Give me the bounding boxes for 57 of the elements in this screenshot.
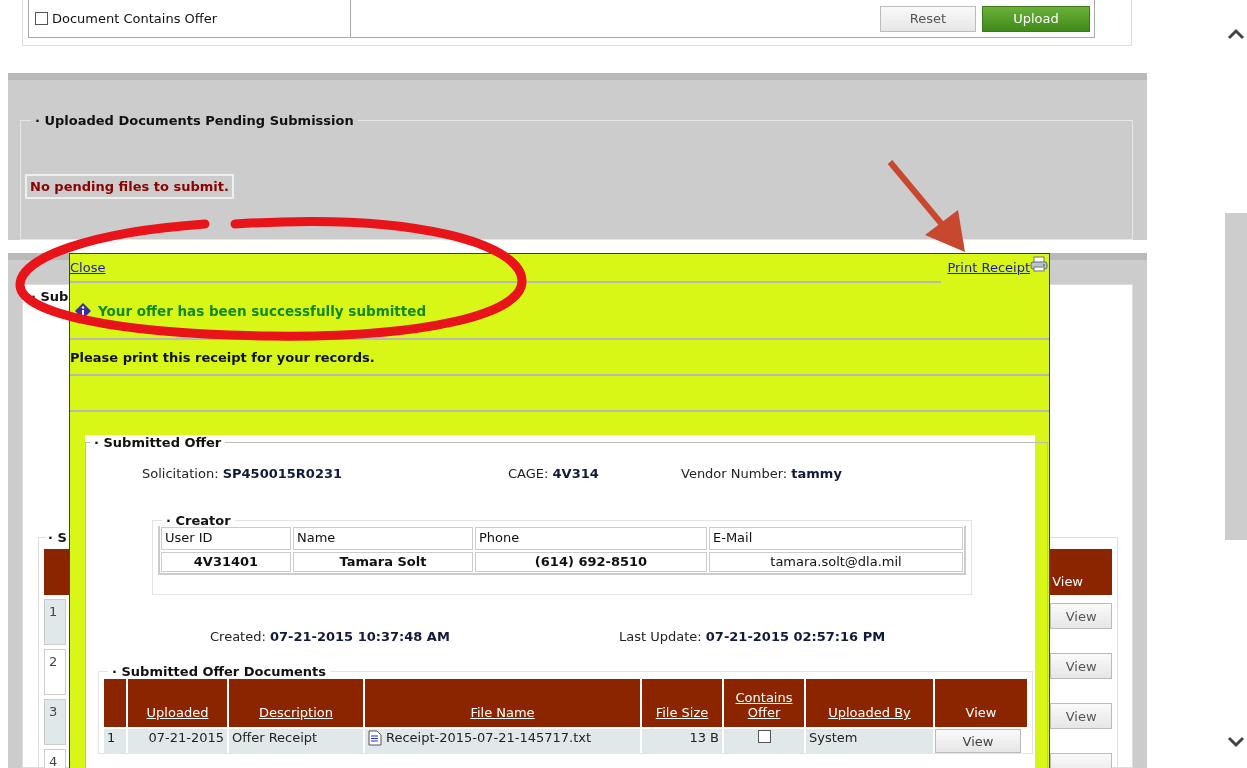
- table-cell: System: [806, 729, 933, 753]
- field-value: 07-21-2015 10:37:48 AM: [269, 629, 450, 644]
- section-legend: · Uploaded Documents Pending Submission: [31, 113, 358, 128]
- column-header[interactable]: Description: [258, 705, 333, 721]
- field-label: Created:: [210, 629, 266, 644]
- print-receipt-link[interactable]: Print Receipt: [947, 260, 1030, 275]
- table-header: [104, 679, 126, 727]
- column-header[interactable]: File Name: [470, 705, 535, 721]
- checkbox-label: Document Contains Offer: [52, 11, 218, 26]
- table-cell: tamara.solt@dla.mil: [709, 552, 963, 572]
- row-number: 4: [44, 749, 66, 768]
- view-button[interactable]: View: [1050, 703, 1113, 729]
- scroll-down-icon[interactable]: [1227, 736, 1246, 748]
- view-button[interactable]: View: [1050, 603, 1113, 629]
- table-cell: 4V31401: [161, 552, 291, 572]
- document-icon: [368, 730, 382, 746]
- field-value: 4V314: [552, 466, 599, 481]
- table-header: [44, 549, 66, 595]
- table-cell: Offer Receipt: [229, 729, 363, 753]
- column-header: User ID: [161, 527, 291, 550]
- section-legend: · Submitted Offer: [90, 435, 226, 450]
- field-label: CAGE:: [508, 466, 549, 481]
- field-value: SP450015R0231: [222, 466, 343, 481]
- status-message: No pending files to submit.: [25, 174, 234, 199]
- checkbox[interactable]: [757, 730, 771, 743]
- column-header: View: [965, 705, 997, 721]
- table-cell: Tamara Solt: [293, 552, 473, 572]
- reset-button[interactable]: Reset: [880, 5, 976, 32]
- table-cell: (614) 692-8510: [475, 552, 707, 572]
- view-button[interactable]: View: [1050, 653, 1113, 679]
- view-button[interactable]: View: [935, 729, 1021, 753]
- table-cell: 07-21-2015: [128, 729, 227, 753]
- field-value: 07-21-2015 02:57:16 PM: [705, 629, 886, 644]
- close-link[interactable]: Close: [70, 260, 106, 275]
- column-header: View: [1047, 549, 1113, 595]
- section-legend: · Creator: [162, 513, 235, 528]
- instruction-text: Please print this receipt for your records.: [70, 349, 375, 365]
- row-number: 2: [44, 649, 66, 695]
- column-header: Name: [293, 527, 473, 550]
- scroll-up-icon[interactable]: [1227, 28, 1246, 40]
- column-header: E-Mail: [709, 527, 963, 550]
- section-legend: · S: [46, 530, 69, 545]
- field-label: Last Update:: [619, 629, 702, 644]
- field-label: Solicitation:: [142, 466, 219, 481]
- field-label: Vendor Number:: [681, 466, 788, 481]
- scrollbar-thumb[interactable]: [1225, 213, 1247, 540]
- printer-icon[interactable]: [1030, 256, 1048, 272]
- success-message: Your offer has been successfully submitted: [98, 302, 427, 319]
- section-legend: · Submitted Offer Documents: [108, 664, 331, 679]
- column-header: Phone: [475, 527, 707, 550]
- row-number: 1: [104, 729, 126, 753]
- field-value: tammy: [791, 466, 842, 481]
- table-cell: 13 B: [642, 729, 722, 753]
- checkbox[interactable]: [35, 12, 48, 25]
- row-number: 3: [44, 699, 66, 745]
- file-name: Receipt-2015-07-21-145717.txt: [386, 730, 592, 745]
- row-number: 1: [44, 599, 66, 645]
